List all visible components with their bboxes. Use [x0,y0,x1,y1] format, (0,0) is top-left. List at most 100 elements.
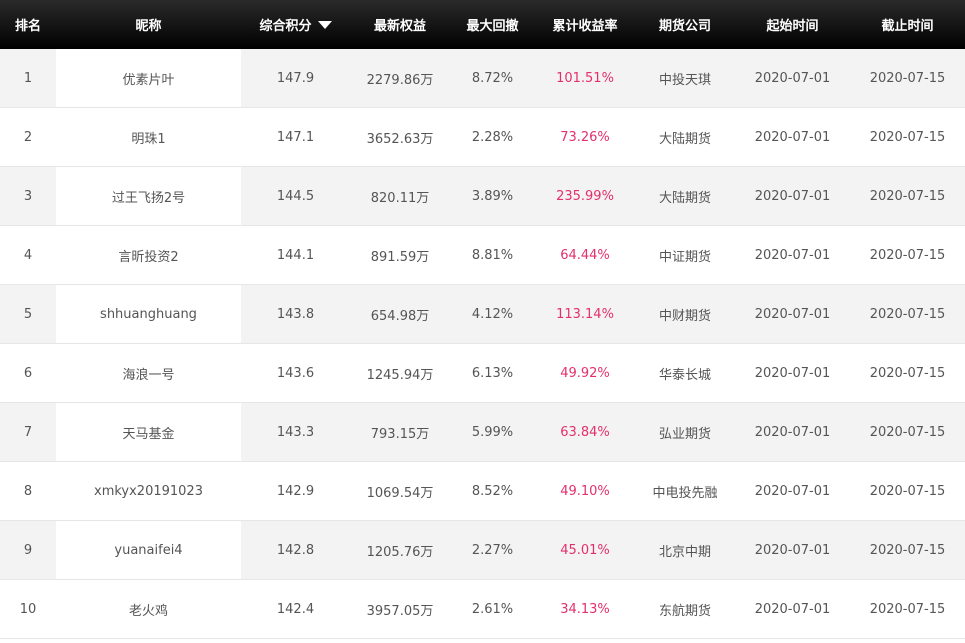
cell-end: 2020-07-15 [850,343,965,403]
cell-start: 2020-07-01 [735,343,850,403]
header-return-rate[interactable]: 累计收益率 [535,0,635,49]
sort-desc-icon[interactable] [317,20,332,29]
cell-equity: 1245.94万 [350,343,450,403]
table-row[interactable]: 5 shhuanghuang 143.8 654.98万 4.12% 113.14% 中财期… [0,284,965,344]
cell-score: 143.3 [241,402,350,462]
cell-return-rate: 101.51% [535,49,635,108]
header-row: 排名 昵称 综合积分 最新权益 最大回撤 累计收益率 期货公司 起始时间 截止时… [0,0,965,49]
header-score-label: 综合积分 [259,19,312,34]
cell-rank: 5 [0,284,56,344]
cell-drawdown: 2.61% [450,579,535,639]
cell-end: 2020-07-15 [850,520,965,580]
cell-equity: 891.59万 [350,225,450,285]
header-start[interactable]: 起始时间 [735,0,850,49]
cell-start: 2020-07-01 [735,520,850,580]
cell-end: 2020-07-15 [850,461,965,521]
cell-company: 中财期货 [635,284,735,344]
cell-return-rate: 45.01% [535,520,635,580]
cell-company: 中证期货 [635,225,735,285]
header-rank[interactable]: 排名 [0,0,56,49]
cell-rank: 1 [0,49,56,108]
cell-score: 147.1 [241,107,350,167]
cell-nickname[interactable]: 老火鸡 [56,579,241,639]
cell-end: 2020-07-15 [850,579,965,639]
cell-nickname[interactable]: 言昕投资2 [56,225,241,285]
cell-drawdown: 8.72% [450,49,535,108]
cell-equity: 793.15万 [350,402,450,462]
table-header: 排名 昵称 综合积分 最新权益 最大回撤 累计收益率 期货公司 起始时间 截止时… [0,0,965,49]
cell-nickname[interactable]: xmkyx20191023 [56,461,241,521]
table-row[interactable]: 1 优素片叶 147.9 2279.86万 8.72% 101.51% 中投天琪 2020-0… [0,49,965,108]
cell-company: 北京中期 [635,520,735,580]
cell-end: 2020-07-15 [850,284,965,344]
ranking-table: 排名 昵称 综合积分 最新权益 最大回撤 累计收益率 期货公司 起始时间 截止时… [0,0,965,639]
cell-nickname[interactable]: 过王飞扬2号 [56,166,241,226]
table-row[interactable]: 2 明珠1 147.1 3652.63万 2.28% 73.26% 大陆期货 2020-07-… [0,107,965,167]
cell-nickname[interactable]: 优素片叶 [56,49,241,108]
cell-nickname[interactable]: 天马基金 [56,402,241,462]
cell-drawdown: 8.52% [450,461,535,521]
cell-score: 144.1 [241,225,350,285]
cell-drawdown: 8.81% [450,225,535,285]
cell-drawdown: 2.28% [450,107,535,167]
cell-return-rate: 49.10% [535,461,635,521]
header-score[interactable]: 综合积分 [241,0,350,49]
cell-rank: 7 [0,402,56,462]
cell-drawdown: 2.27% [450,520,535,580]
header-nickname[interactable]: 昵称 [56,0,241,49]
cell-score: 147.9 [241,49,350,108]
table-row[interactable]: 4 言昕投资2 144.1 891.59万 8.81% 64.44% 中证期货 2020-07… [0,225,965,285]
table-row[interactable]: 9 yuanaifei4 142.8 1205.76万 2.27% 45.01% 北京中期 2… [0,520,965,580]
cell-start: 2020-07-01 [735,284,850,344]
cell-company: 中投天琪 [635,49,735,108]
cell-rank: 8 [0,461,56,521]
cell-company: 大陆期货 [635,107,735,167]
cell-return-rate: 113.14% [535,284,635,344]
cell-return-rate: 235.99% [535,166,635,226]
cell-rank: 9 [0,520,56,580]
cell-start: 2020-07-01 [735,166,850,226]
cell-start: 2020-07-01 [735,579,850,639]
cell-equity: 654.98万 [350,284,450,344]
cell-equity: 3957.05万 [350,579,450,639]
cell-rank: 4 [0,225,56,285]
table-row[interactable]: 7 天马基金 143.3 793.15万 5.99% 63.84% 弘业期货 2020-07-… [0,402,965,462]
cell-company: 东航期货 [635,579,735,639]
table-row[interactable]: 3 过王飞扬2号 144.5 820.11万 3.89% 235.99% 大陆期货 2020-… [0,166,965,226]
cell-drawdown: 3.89% [450,166,535,226]
cell-company: 弘业期货 [635,402,735,462]
cell-start: 2020-07-01 [735,107,850,167]
cell-return-rate: 73.26% [535,107,635,167]
cell-start: 2020-07-01 [735,402,850,462]
table-row[interactable]: 8 xmkyx20191023 142.9 1069.54万 8.52% 49.10% 中电… [0,461,965,521]
cell-score: 142.4 [241,579,350,639]
cell-nickname[interactable]: 海浪一号 [56,343,241,403]
cell-rank: 3 [0,166,56,226]
cell-drawdown: 4.12% [450,284,535,344]
cell-drawdown: 6.13% [450,343,535,403]
cell-return-rate: 34.13% [535,579,635,639]
cell-equity: 1069.54万 [350,461,450,521]
cell-equity: 820.11万 [350,166,450,226]
cell-score: 142.8 [241,520,350,580]
cell-return-rate: 63.84% [535,402,635,462]
table-row[interactable]: 10 老火鸡 142.4 3957.05万 2.61% 34.13% 东航期货 2020-07… [0,579,965,639]
header-equity[interactable]: 最新权益 [350,0,450,49]
header-end[interactable]: 截止时间 [850,0,965,49]
cell-score: 143.6 [241,343,350,403]
header-company[interactable]: 期货公司 [635,0,735,49]
cell-nickname[interactable]: yuanaifei4 [56,520,241,580]
cell-rank: 2 [0,107,56,167]
cell-equity: 3652.63万 [350,107,450,167]
cell-nickname[interactable]: 明珠1 [56,107,241,167]
cell-start: 2020-07-01 [735,225,850,285]
cell-end: 2020-07-15 [850,402,965,462]
header-drawdown[interactable]: 最大回撤 [450,0,535,49]
cell-return-rate: 49.92% [535,343,635,403]
cell-nickname[interactable]: shhuanghuang [56,284,241,344]
cell-company: 中电投先融 [635,461,735,521]
table-row[interactable]: 6 海浪一号 143.6 1245.94万 6.13% 49.92% 华泰长城 2020-07… [0,343,965,403]
table-body: 1 优素片叶 147.9 2279.86万 8.72% 101.51% 中投天琪 2020-0… [0,49,965,639]
cell-company: 华泰长城 [635,343,735,403]
cell-score: 143.8 [241,284,350,344]
